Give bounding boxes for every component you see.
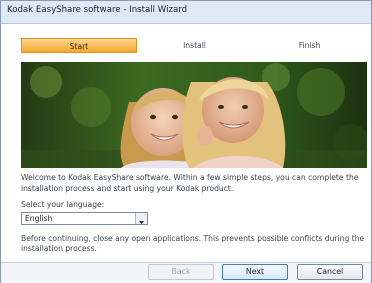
- children-photo-illustration: [21, 62, 367, 168]
- dropdown-arrow-glyph: [139, 221, 144, 224]
- step-start: Start: [21, 38, 137, 53]
- language-selected-value: English: [25, 214, 53, 223]
- chevron-down-icon[interactable]: [135, 213, 147, 224]
- installer-window: Kodak EasyShare software - Install Wizar…: [0, 0, 372, 283]
- close-apps-notice: Before continuing, close any open applic…: [21, 234, 365, 253]
- welcome-text: Welcome to Kodak EasyShare software. Wit…: [21, 173, 359, 193]
- back-button[interactable]: Back: [148, 264, 214, 280]
- cancel-button[interactable]: Cancel: [297, 264, 363, 280]
- next-button[interactable]: Next: [222, 264, 288, 280]
- language-select[interactable]: English: [21, 212, 148, 225]
- wizard-steps: Start Install Finish: [21, 38, 367, 53]
- language-label: Select your language:: [21, 200, 105, 209]
- title-bar: Kodak EasyShare software - Install Wizar…: [1, 1, 371, 24]
- step-finish: Finish: [298, 41, 321, 50]
- window-title: Kodak EasyShare software - Install Wizar…: [7, 5, 188, 15]
- step-install: Install: [183, 41, 206, 50]
- banner-photo: [21, 62, 367, 168]
